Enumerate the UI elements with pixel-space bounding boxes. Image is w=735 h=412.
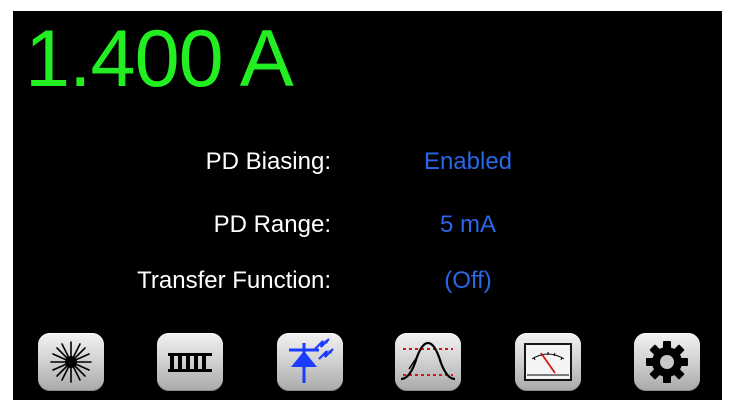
gear-icon [646, 341, 688, 383]
display-screen: 1.400 A PD Biasing: Enabled PD Range: 5 … [13, 11, 722, 400]
transfer-function-label: Transfer Function: [137, 267, 331, 294]
pd-range-value[interactable]: 5 mA [393, 210, 543, 240]
modulation-button[interactable] [395, 333, 461, 391]
pd-range-label: PD Range: [213, 211, 331, 238]
pd-biasing-label: PD Biasing: [205, 148, 331, 175]
tec-button[interactable] [157, 333, 223, 391]
pd-biasing-value[interactable]: Enabled [393, 147, 543, 177]
modulation-icon [400, 341, 456, 381]
meter-button[interactable] [515, 333, 581, 391]
transfer-function-value[interactable]: (Off) [393, 266, 543, 296]
settings-button[interactable] [634, 333, 700, 391]
laser-icon [50, 341, 92, 383]
photodiode-icon [289, 338, 334, 383]
tec-icon [168, 353, 212, 372]
photodiode-button[interactable] [277, 333, 343, 391]
meter-icon [524, 343, 572, 381]
current-readout: 1.400 A [25, 14, 294, 104]
laser-button[interactable] [38, 333, 104, 391]
